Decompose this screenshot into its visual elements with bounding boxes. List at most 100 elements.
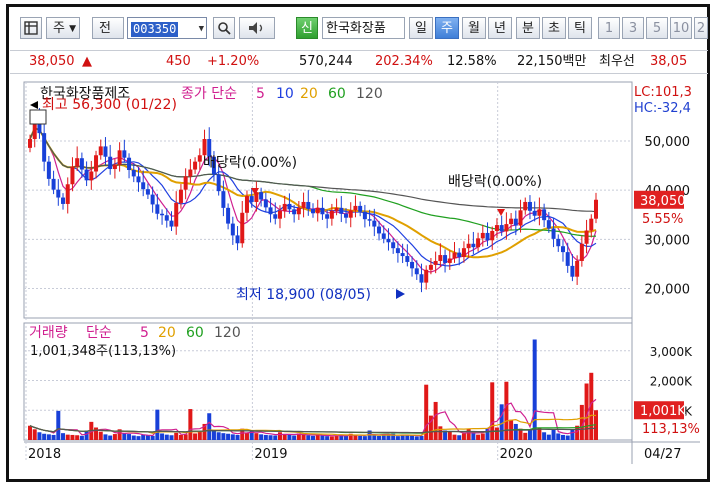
volume-bar: [565, 435, 570, 440]
candle-body: [193, 161, 198, 170]
candle-body: [527, 201, 532, 211]
volume-bar: [244, 432, 249, 440]
candle-body: [277, 210, 282, 219]
volume-ma-legend-5: 5: [140, 325, 149, 341]
volume-bar: [216, 432, 221, 440]
candle-body: [329, 210, 334, 219]
volume-bar: [51, 434, 56, 440]
candle-body: [75, 158, 80, 167]
volume-bar: [122, 433, 127, 440]
volume-bar: [169, 435, 174, 440]
moving-average-lines: [29, 126, 597, 273]
dividend-annotation-1: 배당락(0.00%): [203, 155, 297, 171]
volume-bar: [273, 435, 278, 440]
candle-body: [315, 207, 320, 214]
candle-body: [594, 199, 598, 219]
dividend-marker-2: [497, 209, 505, 216]
volume-bar: [494, 427, 499, 440]
volume-bar: [46, 434, 51, 440]
candle-body: [65, 184, 70, 204]
volume-bar: [75, 435, 80, 440]
volume-bar: [546, 434, 551, 440]
candle-body: [570, 265, 575, 277]
current-price-label: 38,050: [640, 194, 686, 209]
volume-bar: [160, 433, 165, 440]
candle-body: [292, 209, 297, 215]
candle-body: [395, 248, 400, 254]
ma-legend-10: 10: [276, 86, 294, 102]
candle-body: [490, 230, 495, 241]
low-annotation: 최저 18,900 (08/05): [236, 287, 371, 303]
candle-body: [551, 228, 556, 239]
candle-body: [433, 260, 438, 265]
volume-bar: [230, 434, 235, 440]
volume-bar: [197, 431, 202, 440]
volume-bar: [136, 436, 141, 440]
candle-body: [235, 235, 240, 244]
volume-bar: [447, 431, 452, 440]
candle-body: [565, 252, 570, 266]
candle-body: [188, 169, 193, 177]
volume-bar: [70, 434, 75, 440]
volume-bar: [94, 427, 99, 440]
candle-body: [532, 210, 537, 216]
volume-bar: [235, 434, 240, 440]
candle-body: [353, 205, 358, 211]
candle-body: [410, 261, 415, 269]
candle-body: [311, 208, 315, 214]
volume-bar: [461, 433, 466, 440]
table-icon: [29, 109, 47, 125]
candle-body: [504, 224, 509, 232]
ma-line-20: [29, 126, 597, 259]
volume-indicator-label: 단순: [86, 325, 112, 341]
chart-canvas: 50,00040,00030,00020,0003,000K2,000K1,00…: [23, 81, 700, 464]
candle-body: [325, 214, 330, 219]
ma-legend-5: 5: [256, 86, 265, 102]
volume-bar: [155, 409, 160, 440]
volume-bar: [164, 434, 169, 440]
volume-bar: [37, 432, 42, 440]
volume-bar: [178, 434, 183, 440]
candle-body: [221, 191, 226, 208]
volume-bar: [320, 435, 325, 440]
candle-body: [98, 146, 103, 156]
candle-body: [287, 203, 292, 210]
volume-bar: [112, 434, 117, 440]
candle-body: [499, 225, 504, 232]
volume-bar: [56, 410, 61, 440]
volume-bar: [570, 429, 575, 440]
candle-body: [197, 155, 202, 162]
candle-body: [216, 174, 221, 192]
candle-body: [391, 242, 396, 249]
volume-bar: [28, 425, 32, 440]
candle-body: [160, 213, 165, 216]
candle-body: [42, 133, 47, 162]
candle-body: [244, 196, 249, 213]
candlestick-series: [28, 108, 598, 293]
volume-bar: [452, 434, 457, 440]
candle-body: [381, 233, 386, 239]
volume-bar: [542, 432, 547, 440]
ma-legend-60: 60: [328, 86, 346, 102]
candle-body: [103, 146, 108, 157]
candle-body: [560, 246, 565, 253]
candle-body: [405, 256, 410, 262]
candle-body: [344, 213, 349, 218]
volume-info: 1,001,348주(113,13%): [30, 344, 176, 359]
candle-body: [513, 218, 518, 226]
volume-bar: [263, 434, 268, 440]
current-volume-pct: 113,13%: [642, 422, 700, 437]
candle-body: [183, 176, 188, 190]
volume-bar: [329, 436, 334, 440]
candle-body: [259, 192, 264, 200]
candle-body: [56, 189, 61, 198]
candle-body: [174, 202, 179, 227]
volume-bar: [457, 435, 462, 440]
candle-body: [386, 238, 391, 243]
candle-body: [438, 255, 443, 261]
candle-body: [419, 274, 424, 283]
candle-body: [377, 226, 382, 234]
volume-bar: [211, 430, 216, 440]
volume-ma-legend-120: 120: [214, 325, 241, 341]
volume-bar: [292, 435, 297, 440]
